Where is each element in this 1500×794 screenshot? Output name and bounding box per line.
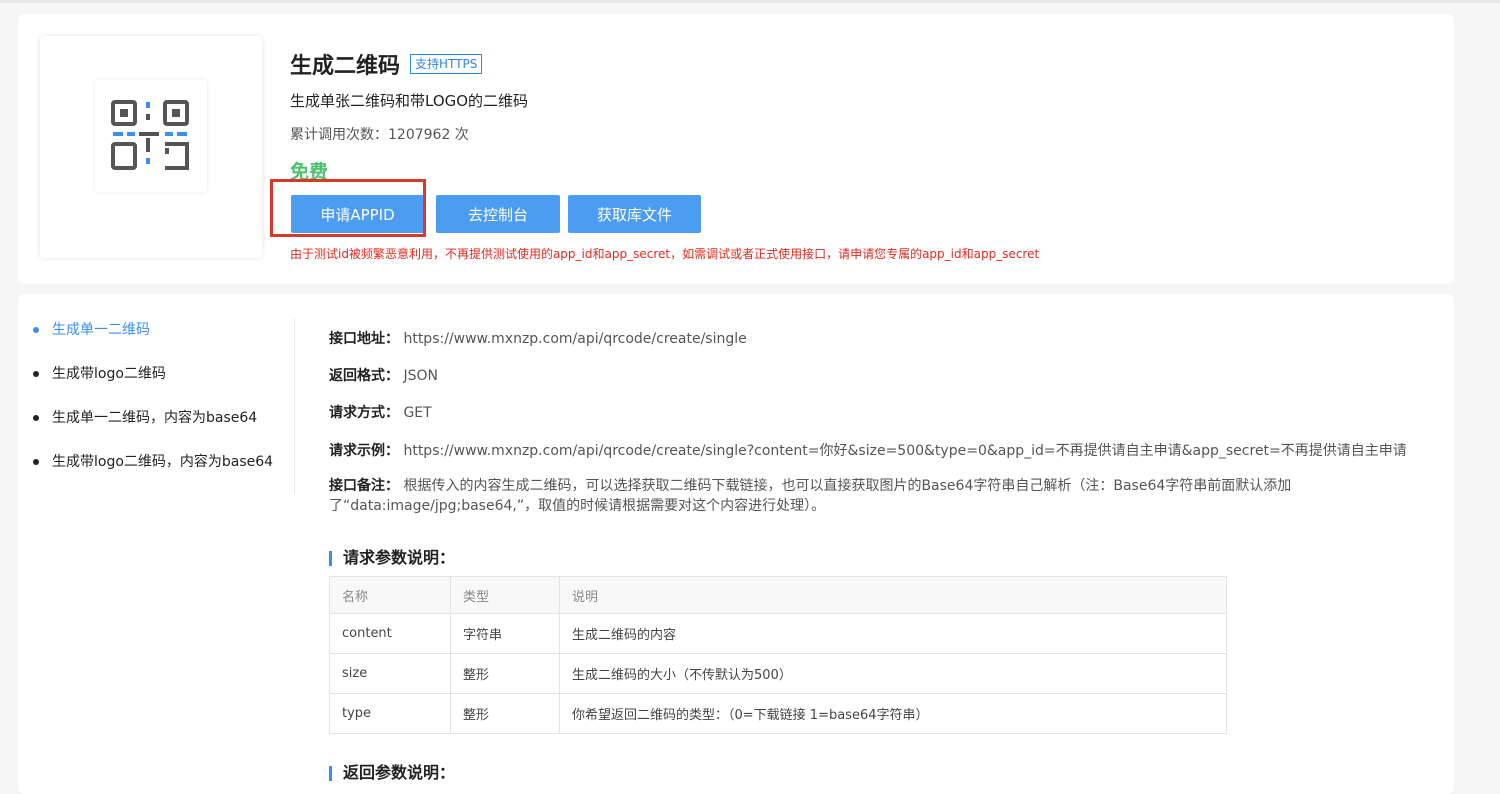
return-format-label: 返回格式：: [329, 368, 399, 384]
param-name: size: [329, 653, 451, 694]
sidebar-item-single-qrcode[interactable]: 生成单一二维码: [32, 318, 273, 342]
section-bar: [329, 551, 332, 566]
table-row: content 字符串 生成二维码的内容: [329, 613, 1227, 654]
warning-text: 由于测试id被频繁恶意利用，不再提供测试使用的app_id和app_secret…: [290, 247, 1040, 261]
request-params-table: 名称 类型 说明 content 字符串 生成二维码的内容 size 整形 生成…: [329, 576, 1227, 734]
sidebar-item-label: 生成单一二维码，内容为base64: [52, 410, 258, 426]
bullet-icon: [33, 327, 39, 333]
request-example-label: 请求示例：: [329, 443, 399, 459]
table-row: size 整形 生成二维码的大小（不传默认为500）: [329, 653, 1227, 694]
api-doc-card: 生成单一二维码 生成带logo二维码 生成单一二维码，内容为base64 生成带…: [18, 294, 1454, 794]
sidebar-item-label: 生成单一二维码: [52, 322, 150, 338]
sidebar-item-label: 生成带logo二维码: [52, 366, 166, 382]
column-header: 说明: [559, 576, 1227, 614]
request-method-value: GET: [403, 405, 432, 421]
api-address-label: 接口地址：: [329, 331, 399, 347]
api-address: 接口地址： https://www.mxnzp.com/api/qrcode/c…: [329, 328, 747, 348]
request-example: 请求示例： https://www.mxnzp.com/api/qrcode/c…: [329, 440, 1407, 460]
return-format-value: JSON: [403, 368, 438, 384]
param-type: 整形: [450, 693, 560, 734]
sidebar-item-single-qrcode-base64[interactable]: 生成单一二维码，内容为base64: [32, 406, 273, 430]
product-subtitle: 生成单张二维码和带LOGO的二维码: [290, 92, 529, 110]
param-name: content: [329, 613, 451, 654]
call-count: 累计调用次数：1207962 次: [290, 127, 469, 143]
request-params-title-text: 请求参数说明：: [343, 548, 456, 567]
request-example-value: https://www.mxnzp.com/api/qrcode/create/…: [403, 443, 1407, 459]
bullet-icon: [33, 371, 39, 377]
api-note-value: 根据传入的内容生成二维码，可以选择获取二维码下载链接，也可以直接获取图片的Bas…: [329, 478, 1292, 514]
page-title: 生成二维码: [290, 54, 401, 79]
table-row: type 整形 你希望返回二维码的类型：（0=下载链接 1=base64字符串）: [329, 693, 1227, 734]
bullet-icon: [33, 459, 39, 465]
column-header: 类型: [450, 576, 560, 614]
param-type: 字符串: [450, 613, 560, 654]
request-method-label: 请求方式：: [329, 405, 399, 421]
product-logo-box: [40, 36, 262, 258]
param-desc: 生成二维码的大小（不传默认为500）: [559, 653, 1227, 694]
param-desc: 生成二维码的内容: [559, 613, 1227, 654]
request-method: 请求方式： GET: [329, 402, 432, 422]
api-note: 接口备注： 根据传入的内容生成二维码，可以选择获取二维码下载链接，也可以直接获取…: [329, 476, 1389, 516]
qr-code-icon: [111, 100, 189, 170]
api-address-value: https://www.mxnzp.com/api/qrcode/create/…: [403, 331, 747, 347]
response-params-title: 返回参数说明：: [329, 763, 455, 783]
sidebar-nav: 生成单一二维码 生成带logo二维码 生成单一二维码，内容为base64 生成带…: [32, 318, 273, 494]
go-console-button[interactable]: 去控制台: [436, 195, 560, 233]
param-type: 整形: [450, 653, 560, 694]
response-params-title-text: 返回参数说明：: [343, 763, 456, 782]
sidebar-divider: [294, 318, 295, 494]
https-badge: 支持HTTPS: [410, 54, 483, 74]
table-header-row: 名称 类型 说明: [329, 576, 1227, 614]
sidebar-item-logo-qrcode-base64[interactable]: 生成带logo二维码，内容为base64: [32, 450, 273, 474]
sidebar-item-label: 生成带logo二维码，内容为base64: [52, 454, 274, 470]
product-header-card: 生成二维码 支持HTTPS 生成单张二维码和带LOGO的二维码 累计调用次数：1…: [18, 14, 1454, 284]
sidebar-item-logo-qrcode[interactable]: 生成带logo二维码: [32, 362, 273, 386]
request-params-title: 请求参数说明：: [329, 548, 455, 568]
api-note-label: 接口备注：: [329, 478, 399, 494]
title-row: 生成二维码 支持HTTPS: [290, 48, 483, 80]
get-library-button[interactable]: 获取库文件: [568, 195, 701, 233]
product-logo: [95, 80, 207, 192]
param-desc: 你希望返回二维码的类型：（0=下载链接 1=base64字符串）: [559, 693, 1227, 734]
highlight-frame: [270, 179, 426, 237]
bullet-icon: [33, 415, 39, 421]
column-header: 名称: [329, 576, 451, 614]
top-border: [0, 0, 1500, 3]
param-name: type: [329, 693, 451, 734]
return-format: 返回格式： JSON: [329, 365, 438, 385]
section-bar: [329, 766, 332, 781]
